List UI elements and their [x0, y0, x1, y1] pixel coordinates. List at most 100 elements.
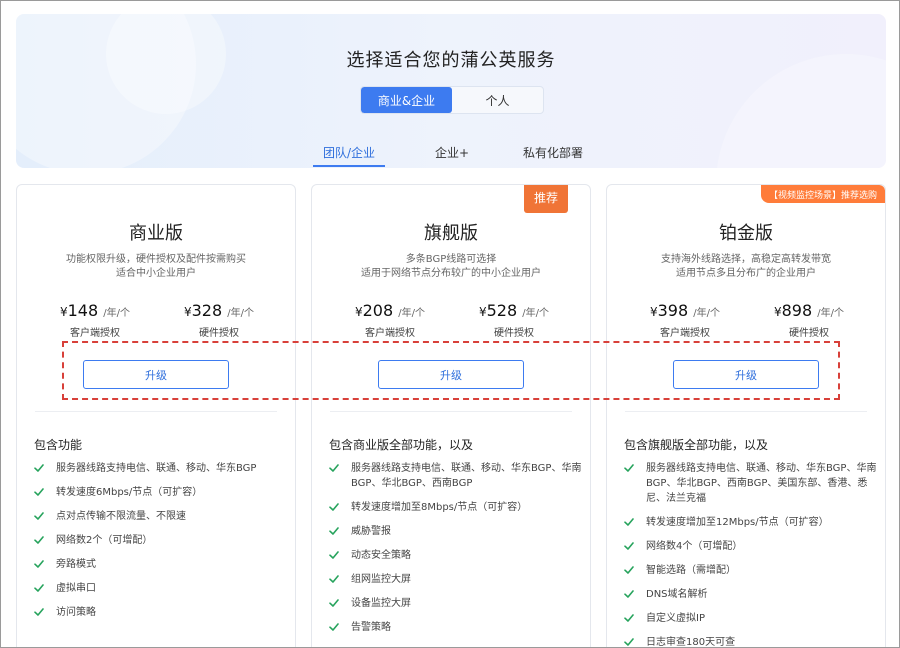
currency-symbol: ¥ [649, 305, 658, 319]
hardware-price: ¥328 /年/个 [159, 301, 279, 320]
plan-title: 铂金版 [719, 223, 773, 244]
feature-text: 旁路模式 [56, 559, 96, 570]
client-license-label: 客户端授权 [660, 328, 710, 339]
feature-text: 网络数4个（可增配） [646, 541, 743, 552]
price-value: 328 [191, 301, 223, 320]
feature-text: 转发速度6Mbps/节点（可扩容） [56, 487, 203, 498]
currency-symbol: ¥ [354, 305, 363, 319]
checkmark-icon [34, 584, 44, 592]
client-license-label: 客户端授权 [365, 328, 415, 339]
plan-desc-line: 功能权限升级，硬件授权及配件按需购买 [66, 254, 246, 265]
segment-business[interactable]: 商业&企业 [361, 87, 452, 113]
price-unit: /年/个 [522, 308, 550, 319]
feature-item: 设备监控大屏 [329, 596, 582, 611]
hardware-license-label: 硬件授权 [789, 328, 829, 339]
checkmark-icon [624, 566, 634, 574]
currency-symbol: ¥ [478, 305, 487, 319]
page-title: 选择适合您的蒲公英服务 [346, 50, 556, 71]
feature-text: 网络数2个（可增配） [56, 535, 153, 546]
feature-item: 智能选路（需增配） [624, 563, 877, 578]
hardware-license-label: 硬件授权 [494, 328, 534, 339]
feature-item: 服务器线路支持电信、联通、移动、华东BGP、华南BGP、华北BGP、西南BGP、… [624, 461, 877, 506]
feature-item: 网络数4个（可增配） [624, 539, 877, 554]
client-price: ¥398 /年/个 [625, 301, 745, 320]
feature-item: 旁路模式 [34, 557, 287, 572]
feature-text: 点对点传输不限流量、不限速 [56, 511, 186, 522]
checkmark-icon [34, 464, 44, 472]
feature-text: 转发速度增加至8Mbps/节点（可扩容） [351, 502, 528, 513]
checkmark-icon [624, 638, 634, 646]
features-heading: 包含功能 [34, 438, 83, 452]
checkmark-icon [329, 527, 339, 535]
feature-list: 服务器线路支持电信、联通、移动、华东BGP、华南BGP、华北BGP、西南BGP 转… [329, 461, 582, 644]
plan-desc-line: 适合中小企业用户 [116, 268, 196, 279]
plan-desc-line: 支持海外线路选择，高稳定高转发带宽 [661, 254, 831, 265]
feature-item: 动态安全策略 [329, 548, 582, 563]
checkmark-icon [624, 464, 634, 472]
plan-description: 多条BGP线路可选择 适用于网络节点分布较广的中小企业用户 [322, 253, 580, 281]
client-price-block: ¥148 /年/个 客户端授权 [35, 301, 155, 339]
upgrade-button[interactable]: 升级 [83, 360, 229, 389]
feature-text: 自定义虚拟IP [646, 613, 705, 624]
plan-title: 旗舰版 [424, 223, 478, 244]
currency-symbol: ¥ [59, 305, 68, 319]
checkmark-icon [329, 623, 339, 631]
feature-item: 日志审查180天可查 [624, 635, 877, 648]
client-price: ¥208 /年/个 [330, 301, 450, 320]
features-heading: 包含旗舰版全部功能，以及 [624, 438, 769, 452]
tab-private-deploy[interactable]: 私有化部署 [523, 144, 583, 167]
feature-item: 网络数2个（可增配） [34, 533, 287, 548]
currency-symbol: ¥ [183, 305, 192, 319]
feature-text: 组网监控大屏 [351, 574, 411, 585]
feature-item: 点对点传输不限流量、不限速 [34, 509, 287, 524]
feature-list: 服务器线路支持电信、联通、移动、华东BGP、华南BGP、华北BGP、西南BGP、… [624, 461, 877, 648]
client-license-label: 客户端授权 [70, 328, 120, 339]
plan-card-business: 商业版 功能权限升级，硬件授权及配件按需购买 适合中小企业用户 ¥148 /年/… [16, 184, 296, 648]
checkmark-icon [624, 614, 634, 622]
checkmark-icon [329, 575, 339, 583]
checkmark-icon [624, 590, 634, 598]
client-price: ¥148 /年/个 [35, 301, 155, 320]
checkmark-icon [34, 608, 44, 616]
hero-banner: 选择适合您的蒲公英服务 商业&企业 个人 团队/企业 企业+ 私有化部署 [16, 14, 886, 168]
divider [35, 411, 277, 412]
price-value: 398 [657, 301, 689, 320]
feature-text: 告警策略 [351, 622, 391, 633]
feature-text: 动态安全策略 [351, 550, 411, 561]
plan-card-platinum: 【视频监控场景】推荐选购 铂金版 支持海外线路选择，高稳定高转发带宽 适用节点多… [606, 184, 886, 648]
checkmark-icon [624, 542, 634, 550]
currency-symbol: ¥ [773, 305, 782, 319]
checkmark-icon [34, 536, 44, 544]
feature-text: 虚拟串口 [56, 583, 96, 594]
checkmark-icon [34, 488, 44, 496]
feature-item: 转发速度增加至12Mbps/节点（可扩容） [624, 515, 877, 530]
feature-item: 告警策略 [329, 620, 582, 635]
feature-item: 转发速度增加至8Mbps/节点（可扩容） [329, 500, 582, 515]
hardware-price-block: ¥528 /年/个 硬件授权 [454, 301, 574, 339]
tab-team-enterprise[interactable]: 团队/企业 [323, 144, 375, 167]
hardware-price: ¥528 /年/个 [454, 301, 574, 320]
tab-enterprise-plus[interactable]: 企业+ [435, 144, 469, 167]
plan-title: 商业版 [129, 223, 183, 244]
plan-card-flagship: 推荐 旗舰版 多条BGP线路可选择 适用于网络节点分布较广的中小企业用户 ¥20… [311, 184, 591, 648]
upgrade-button[interactable]: 升级 [673, 360, 819, 389]
price-unit: /年/个 [693, 308, 721, 319]
price-unit: /年/个 [227, 308, 255, 319]
checkmark-icon [329, 503, 339, 511]
feature-item: 虚拟串口 [34, 581, 287, 596]
checkmark-icon [329, 599, 339, 607]
checkmark-icon [329, 464, 339, 472]
feature-item: 威胁警报 [329, 524, 582, 539]
feature-item: 服务器线路支持电信、联通、移动、华东BGP [34, 461, 287, 476]
client-price-block: ¥398 /年/个 客户端授权 [625, 301, 745, 339]
price-value: 898 [781, 301, 813, 320]
plan-description: 功能权限升级，硬件授权及配件按需购买 适合中小企业用户 [27, 253, 285, 281]
price-unit: /年/个 [398, 308, 426, 319]
price-value: 148 [67, 301, 99, 320]
feature-text: 日志审查180天可查 [646, 637, 736, 648]
segment-personal[interactable]: 个人 [452, 87, 543, 113]
hardware-price: ¥898 /年/个 [749, 301, 869, 320]
upgrade-button[interactable]: 升级 [378, 360, 524, 389]
checkmark-icon [34, 560, 44, 568]
feature-list: 服务器线路支持电信、联通、移动、华东BGP 转发速度6Mbps/节点（可扩容） 点对… [34, 461, 287, 629]
